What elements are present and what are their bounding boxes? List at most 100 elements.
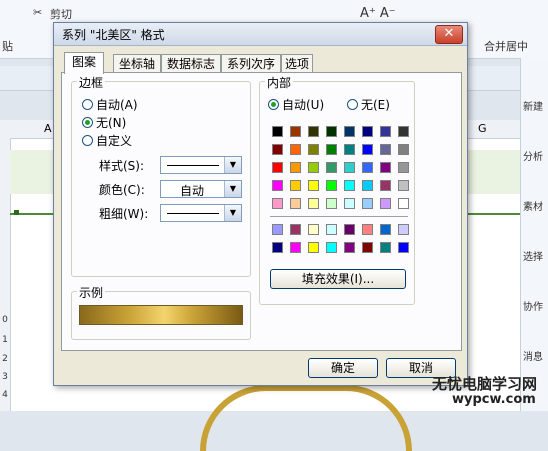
color-swatch[interactable] bbox=[380, 242, 391, 253]
paste-button[interactable]: 贴 bbox=[2, 38, 13, 54]
dialog-title: 系列 "北美区" 格式 bbox=[62, 28, 165, 42]
cut-button[interactable]: 剪切 bbox=[50, 6, 72, 22]
color-swatch[interactable] bbox=[362, 180, 373, 191]
color-swatch[interactable] bbox=[308, 144, 319, 155]
color-swatch[interactable] bbox=[272, 144, 283, 155]
color-swatch[interactable] bbox=[326, 198, 337, 209]
color-swatch[interactable] bbox=[362, 224, 373, 235]
weight-label: 粗细(W): bbox=[99, 207, 149, 221]
sidebar-item-material[interactable]: 素材 bbox=[523, 198, 548, 213]
color-swatch[interactable] bbox=[344, 162, 355, 173]
selection-handle[interactable] bbox=[14, 210, 19, 215]
color-swatch[interactable] bbox=[344, 126, 355, 137]
border-custom-radio[interactable]: 自定义 bbox=[82, 132, 132, 149]
color-swatch[interactable] bbox=[362, 242, 373, 253]
color-swatch[interactable] bbox=[398, 162, 409, 173]
color-swatch[interactable] bbox=[272, 224, 283, 235]
tab-pattern[interactable]: 图案 bbox=[64, 52, 104, 74]
dialog-titlebar[interactable]: 系列 "北美区" 格式 ✕ bbox=[54, 23, 467, 46]
format-series-dialog: 系列 "北美区" 格式 ✕ 图案 坐标轴 数据标志 系列次序 选项 边框 自动(… bbox=[53, 22, 468, 386]
color-swatch[interactable] bbox=[380, 162, 391, 173]
color-swatch[interactable] bbox=[308, 198, 319, 209]
color-swatch[interactable] bbox=[326, 126, 337, 137]
column-header-g[interactable]: G bbox=[478, 122, 487, 135]
color-swatch[interactable] bbox=[380, 126, 391, 137]
color-swatch[interactable] bbox=[380, 144, 391, 155]
color-swatch[interactable] bbox=[398, 144, 409, 155]
row-number[interactable]: 0 bbox=[0, 315, 10, 325]
color-swatch[interactable] bbox=[344, 242, 355, 253]
color-swatch[interactable] bbox=[362, 126, 373, 137]
color-swatch[interactable] bbox=[290, 180, 301, 191]
merge-center-button[interactable]: 合并居中 bbox=[484, 38, 528, 54]
row-number[interactable]: 2 bbox=[0, 354, 10, 364]
color-swatch[interactable] bbox=[362, 144, 373, 155]
tab-options[interactable]: 选项 bbox=[281, 54, 313, 73]
column-header-a[interactable]: A bbox=[44, 122, 52, 135]
line-color-select[interactable]: 自动 ▼ bbox=[160, 180, 242, 198]
sidebar-item-collab[interactable]: 协作 bbox=[523, 298, 548, 313]
sidebar-item-select[interactable]: 选择 bbox=[523, 248, 548, 263]
chevron-down-icon[interactable]: ▼ bbox=[224, 181, 241, 197]
line-weight-select[interactable]: ▼ bbox=[160, 204, 242, 222]
color-swatch[interactable] bbox=[362, 198, 373, 209]
color-swatch[interactable] bbox=[290, 198, 301, 209]
ok-button[interactable]: 确定 bbox=[308, 358, 378, 378]
color-swatch[interactable] bbox=[290, 224, 301, 235]
color-swatch[interactable] bbox=[308, 180, 319, 191]
color-swatch[interactable] bbox=[398, 180, 409, 191]
color-swatch[interactable] bbox=[380, 198, 391, 209]
color-swatch[interactable] bbox=[344, 180, 355, 191]
row-number[interactable]: 4 bbox=[0, 390, 10, 400]
color-swatch[interactable] bbox=[344, 224, 355, 235]
chevron-down-icon[interactable]: ▼ bbox=[224, 157, 241, 173]
scissors-icon[interactable]: ✂ bbox=[33, 6, 42, 19]
color-swatch[interactable] bbox=[380, 180, 391, 191]
sidebar-item-message[interactable]: 消息 bbox=[523, 348, 548, 363]
interior-auto-radio[interactable]: 自动(U) bbox=[268, 96, 324, 113]
color-swatch[interactable] bbox=[290, 144, 301, 155]
fill-effects-button[interactable]: 填充效果(I)... bbox=[270, 269, 406, 289]
color-swatch[interactable] bbox=[272, 162, 283, 173]
color-swatch[interactable] bbox=[362, 162, 373, 173]
sidebar-item-new[interactable]: 新建 bbox=[523, 98, 548, 113]
color-swatch[interactable] bbox=[398, 242, 409, 253]
color-swatch[interactable] bbox=[326, 162, 337, 173]
style-label: 样式(S): bbox=[99, 159, 145, 173]
tab-axis[interactable]: 坐标轴 bbox=[113, 54, 161, 73]
chevron-down-icon[interactable]: ▼ bbox=[224, 205, 241, 221]
color-swatch[interactable] bbox=[326, 224, 337, 235]
color-swatch[interactable] bbox=[326, 180, 337, 191]
color-swatch[interactable] bbox=[308, 162, 319, 173]
sidebar-item-analysis[interactable]: 分析 bbox=[523, 148, 548, 163]
color-swatch[interactable] bbox=[308, 126, 319, 137]
tab-data-labels[interactable]: 数据标志 bbox=[161, 54, 221, 73]
color-swatch[interactable] bbox=[398, 224, 409, 235]
color-swatch[interactable] bbox=[290, 126, 301, 137]
color-swatch[interactable] bbox=[290, 162, 301, 173]
row-number[interactable]: 1 bbox=[0, 335, 10, 345]
color-swatch[interactable] bbox=[272, 180, 283, 191]
color-swatch[interactable] bbox=[272, 126, 283, 137]
interior-none-radio[interactable]: 无(E) bbox=[347, 96, 390, 113]
color-swatch[interactable] bbox=[344, 144, 355, 155]
line-style-select[interactable]: ▼ bbox=[160, 156, 242, 174]
color-swatch[interactable] bbox=[326, 242, 337, 253]
color-swatch[interactable] bbox=[398, 198, 409, 209]
color-swatch[interactable] bbox=[326, 144, 337, 155]
color-swatch[interactable] bbox=[380, 224, 391, 235]
color-swatch[interactable] bbox=[290, 242, 301, 253]
row-number[interactable]: 3 bbox=[0, 372, 10, 382]
color-swatch[interactable] bbox=[308, 224, 319, 235]
border-none-radio[interactable]: 无(N) bbox=[82, 114, 126, 131]
tab-series-order[interactable]: 系列次序 bbox=[221, 54, 281, 73]
font-grow-icon[interactable]: A⁺ A⁻ bbox=[360, 6, 396, 21]
color-swatch[interactable] bbox=[308, 242, 319, 253]
color-swatch[interactable] bbox=[272, 242, 283, 253]
color-swatch[interactable] bbox=[398, 126, 409, 137]
color-swatch[interactable] bbox=[272, 198, 283, 209]
color-label: 颜色(C): bbox=[99, 183, 145, 197]
color-swatch[interactable] bbox=[344, 198, 355, 209]
close-icon[interactable]: ✕ bbox=[435, 25, 463, 44]
border-auto-radio[interactable]: 自动(A) bbox=[82, 96, 138, 113]
